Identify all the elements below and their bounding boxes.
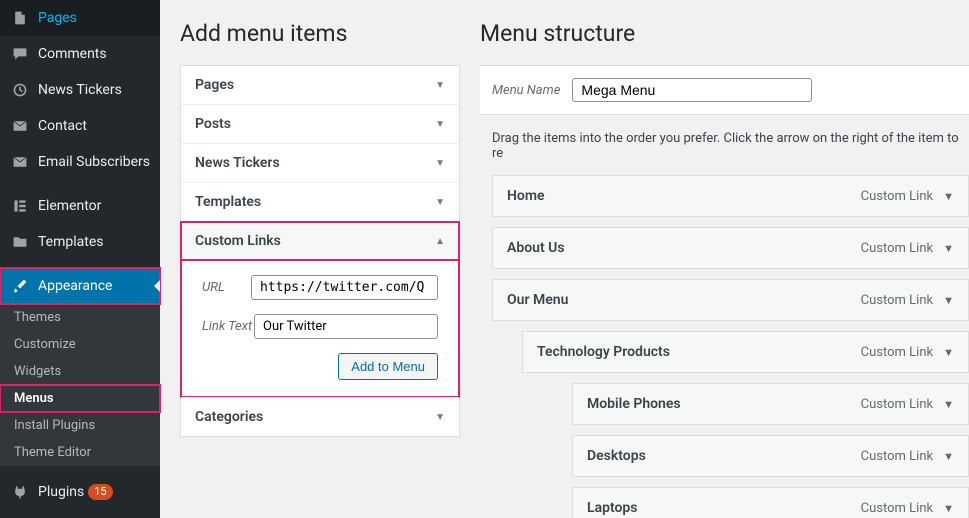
chevron-up-icon: ▲ (435, 236, 445, 247)
url-input[interactable] (251, 275, 438, 300)
admin-sidebar: Pages Comments News Tickers Contact Emai… (0, 0, 160, 518)
sidebar-label: Elementor (38, 198, 101, 214)
link-text-label: Link Text (202, 319, 254, 334)
menu-item-title: Mobile Phones (587, 396, 681, 412)
add-to-menu-button[interactable]: Add to Menu (338, 353, 438, 380)
menu-name-label: Menu Name (492, 83, 560, 98)
menu-item-type: Custom Link ▼ (861, 501, 954, 516)
mail-icon (10, 116, 30, 136)
sidebar-item-elementor[interactable]: Elementor (0, 188, 160, 224)
url-label: URL (202, 280, 251, 295)
brush-icon (10, 276, 30, 296)
menu-item[interactable]: Home Custom Link ▼ (492, 175, 969, 217)
chevron-down-icon: ▼ (435, 197, 445, 208)
menu-item[interactable]: Laptops Custom Link ▼ (572, 487, 969, 518)
menu-structure-heading: Menu structure (480, 20, 969, 47)
add-menu-items-heading: Add menu items (180, 20, 460, 47)
chevron-down-icon: ▼ (435, 412, 445, 423)
menu-item[interactable]: Desktops Custom Link ▼ (572, 435, 969, 477)
menu-item-title: Home (507, 188, 545, 204)
sidebar-item-plugins[interactable]: Plugins 15 (0, 474, 160, 510)
menu-item-type: Custom Link ▼ (861, 241, 954, 256)
sidebar-item-pages[interactable]: Pages (0, 0, 160, 36)
submenu-menus[interactable]: Menus (0, 385, 160, 412)
submenu-widgets[interactable]: Widgets (0, 358, 160, 385)
chevron-down-icon: ▼ (435, 80, 445, 91)
menu-item-type: Custom Link ▼ (861, 189, 954, 204)
page-icon (10, 8, 30, 28)
mail-icon (10, 152, 30, 172)
sidebar-label: Pages (38, 10, 77, 26)
chevron-down-icon[interactable]: ▼ (943, 346, 954, 359)
menu-item-type: Custom Link ▼ (861, 293, 954, 308)
sidebar-label: Contact (38, 118, 87, 134)
menu-item[interactable]: About Us Custom Link ▼ (492, 227, 969, 269)
accordion-custom-links[interactable]: Custom Links▲ (181, 222, 459, 260)
chevron-down-icon[interactable]: ▼ (943, 502, 954, 515)
sidebar-label: Appearance (38, 278, 112, 294)
custom-links-panel: URL Link Text Add to Menu (180, 259, 460, 398)
sidebar-label: Plugins (38, 484, 84, 500)
menu-item-type: Custom Link ▼ (861, 397, 954, 412)
accordion-templates[interactable]: Templates▼ (181, 183, 459, 222)
drag-instruction: Drag the items into the order you prefer… (492, 131, 969, 161)
submenu-theme-editor[interactable]: Theme Editor (0, 439, 160, 466)
plugin-update-badge: 15 (88, 484, 112, 500)
menu-item-title: Technology Products (537, 344, 670, 360)
menu-item[interactable]: Mobile Phones Custom Link ▼ (572, 383, 969, 425)
chevron-down-icon: ▼ (435, 119, 445, 130)
sidebar-label: Email Subscribers (38, 154, 150, 170)
menu-item-title: Desktops (587, 448, 646, 464)
accordion-categories[interactable]: Categories▼ (181, 397, 459, 436)
add-items-accordion: Pages▼ Posts▼ News Tickers▼ Templates▼ C… (180, 65, 460, 437)
menu-item[interactable]: Technology Products Custom Link ▼ (522, 331, 969, 373)
menu-name-input[interactable] (572, 78, 812, 102)
chevron-down-icon[interactable]: ▼ (943, 242, 954, 255)
sidebar-label: News Tickers (38, 82, 122, 98)
submenu-install-plugins[interactable]: Install Plugins (0, 412, 160, 439)
sidebar-item-news-tickers[interactable]: News Tickers (0, 72, 160, 108)
menu-item-type: Custom Link ▼ (861, 345, 954, 360)
chevron-down-icon: ▼ (435, 158, 445, 169)
chevron-down-icon[interactable]: ▼ (943, 190, 954, 203)
main-content: Add menu items Pages▼ Posts▼ News Ticker… (160, 0, 969, 518)
menu-item-type: Custom Link ▼ (861, 449, 954, 464)
accordion-posts[interactable]: Posts▼ (181, 105, 459, 144)
menu-items-list: HomeCustom Link ▼About UsCustom Link ▼Ou… (480, 175, 969, 518)
menu-name-row: Menu Name (480, 65, 969, 115)
accordion-news-tickers[interactable]: News Tickers▼ (181, 144, 459, 183)
chevron-down-icon[interactable]: ▼ (943, 294, 954, 307)
menu-item[interactable]: Our Menu Custom Link ▼ (492, 279, 969, 321)
submenu-customize[interactable]: Customize (0, 331, 160, 358)
sidebar-item-contact[interactable]: Contact (0, 108, 160, 144)
comment-icon (10, 44, 30, 64)
link-text-input[interactable] (254, 314, 438, 339)
sidebar-label: Templates (38, 234, 104, 250)
menu-item-title: About Us (507, 240, 565, 256)
chevron-down-icon[interactable]: ▼ (943, 450, 954, 463)
sidebar-item-templates[interactable]: Templates (0, 224, 160, 260)
sidebar-item-comments[interactable]: Comments (0, 36, 160, 72)
sidebar-label: Comments (38, 46, 107, 62)
chevron-down-icon[interactable]: ▼ (943, 398, 954, 411)
appearance-submenu: Themes Customize Widgets Menus Install P… (0, 304, 160, 466)
menu-item-title: Laptops (587, 500, 638, 516)
clock-icon (10, 80, 30, 100)
accordion-pages[interactable]: Pages▼ (181, 66, 459, 105)
folder-icon (10, 232, 30, 252)
sidebar-item-appearance[interactable]: Appearance (0, 268, 160, 304)
submenu-themes[interactable]: Themes (0, 304, 160, 331)
plug-icon (10, 482, 30, 502)
menu-item-title: Our Menu (507, 292, 568, 308)
elementor-icon (10, 196, 30, 216)
sidebar-item-email-subscribers[interactable]: Email Subscribers (0, 144, 160, 180)
